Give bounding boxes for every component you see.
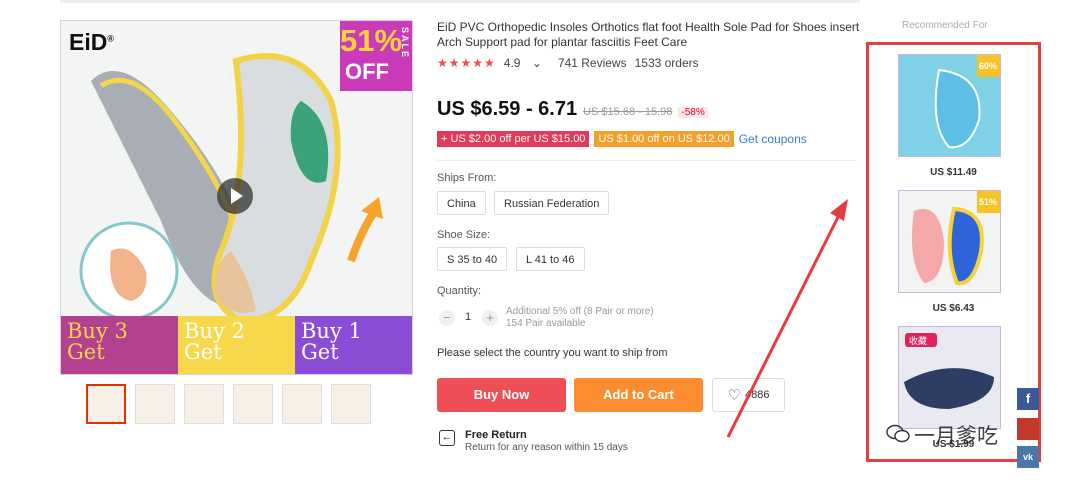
bundle-banner: Buy 3 Get Buy 2 Get Buy 1 Get [61,316,412,374]
size-option-large[interactable]: L 41 to 46 [516,247,585,271]
annotation-arrow-icon [726,199,848,438]
insole-thumbnail: 51% [911,191,1000,286]
recommended-item-price: US $6.43 [932,303,975,314]
insole-thumbnail: 收藏 [904,333,994,409]
orders-count: 1533 orders [634,56,699,70]
main-product-image[interactable]: EiD® 51% OFF SALE Buy 3 Get Buy 2 Get Buy … [60,20,413,375]
recommended-item-price: US $11.49 [930,167,977,178]
current-price: US $6.59 - 6.71 [437,98,578,120]
get-coupons-link[interactable]: Get coupons [739,132,807,146]
size-option-small[interactable]: S 35 to 40 [437,247,508,271]
bundle-offer-2: Buy 2 Get [178,316,295,374]
product-title: EiD PVC Orthopedic Insoles Orthotics fla… [437,20,860,49]
thumbnail-strip [86,384,371,424]
facebook-share-icon[interactable]: f [1017,388,1039,410]
insole-thumbnail: 60% [934,55,1000,149]
store-coupon-2[interactable]: US $1.00 off on US $12.00 [594,131,734,147]
recommended-title: Recommended For [902,20,988,31]
brand-logo: EiD® [69,29,114,55]
recommended-list: 60% US $11.49 51% US $6.43 收藏 US $1.99 [866,42,1041,462]
star-rating-icon: ★★★★★ [437,56,496,70]
watermark-text: 一月爹吃 [914,425,998,448]
ship-country-notice: Please select the country you want to sh… [437,347,668,359]
svg-text:收藏: 收藏 [909,335,927,347]
rating-row: ★★★★★ 4.9 ⌄ 741 Reviews 1533 orders [437,56,707,70]
free-return-subtitle: Return for any reason within 15 days [465,442,628,453]
quantity-decrease-button[interactable]: − [439,310,455,326]
vk-share-icon[interactable]: vk [1017,446,1039,468]
share-icon[interactable] [1017,418,1039,440]
recommended-item-image[interactable]: 60% [898,54,1001,157]
ships-from-russia[interactable]: Russian Federation [494,191,610,215]
buy-now-button[interactable]: Buy Now [437,378,566,412]
reviews-link[interactable]: 741 Reviews [558,56,627,70]
thumbnail-image[interactable] [233,384,273,424]
recommended-item-image[interactable]: 51% [898,190,1001,293]
ships-from-label: Ships From: [437,172,497,184]
store-coupon-1[interactable]: + US $2.00 off per US $15.00 [437,131,590,147]
promo-off-text: OFF [345,59,389,84]
original-price: US $15.68 - 15.98 [583,106,673,118]
section-divider [437,160,857,161]
quantity-value[interactable]: 1 [465,311,471,323]
bundle-offer-3: Buy 3 Get [61,316,178,374]
shoe-size-label: Shoe Size: [437,229,491,241]
rating-value[interactable]: 4.9 ⌄ [504,56,550,70]
promo-sale-text: SALE [400,27,410,60]
thumbnail-image[interactable] [282,384,322,424]
svg-text:51%: 51% [979,197,997,207]
promo-percent: 51% [340,23,403,58]
recommended-item-image[interactable]: 收藏 [898,326,1001,429]
quantity-label: Quantity: [437,285,482,297]
return-icon: ← [439,430,455,446]
thumbnail-image[interactable] [135,384,175,424]
price-row: US $6.59 - 6.71 US $15.68 - 15.98 -58% [437,98,708,121]
thumbnail-image[interactable] [331,384,371,424]
add-to-cart-button[interactable]: Add to Cart [574,378,703,412]
video-play-button[interactable] [217,178,253,214]
thumbnail-image[interactable] [184,384,224,424]
svg-text:60%: 60% [979,61,997,71]
top-divider [60,0,860,3]
discount-badge: -58% [678,107,708,118]
free-return-title: Free Return [465,429,527,441]
thumbnail-image[interactable] [86,384,126,424]
bundle-offer-1: Buy 1 Get [295,316,412,374]
coupon-row: + US $2.00 off per US $15.00 US $1.00 of… [437,131,807,147]
wechat-icon [886,424,910,443]
ships-from-china[interactable]: China [437,191,486,215]
quantity-increase-button[interactable]: + [482,310,498,326]
promo-badge: 51% OFF SALE [340,21,412,91]
quantity-note: Additional 5% off (8 Pair or more) 154 P… [506,306,654,329]
